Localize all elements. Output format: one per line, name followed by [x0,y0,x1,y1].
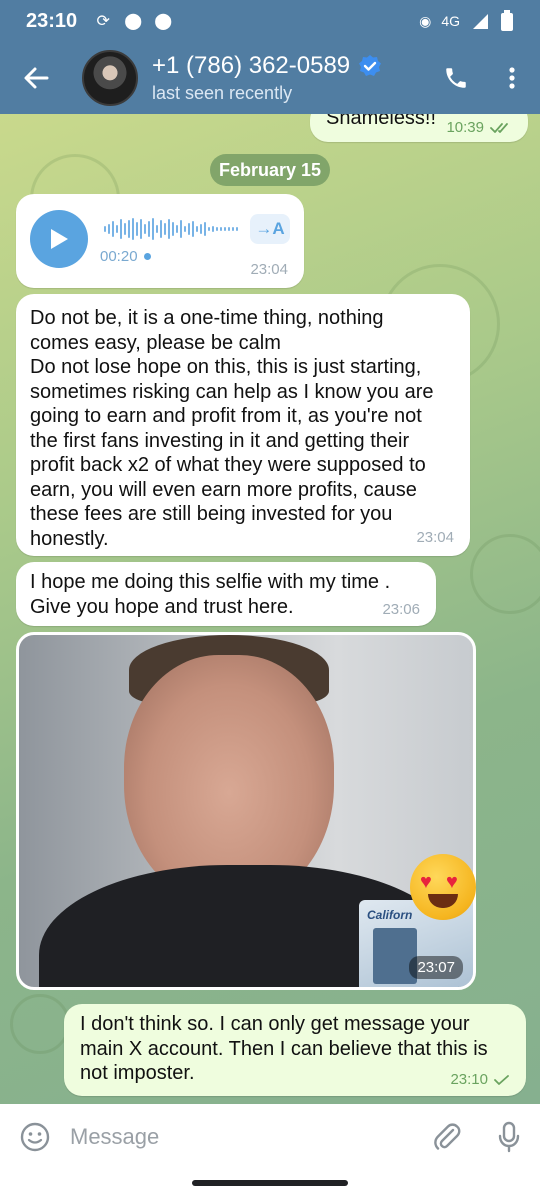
message-line: the first fans investing in it and getti… [30,429,410,452]
wallpaper-doodle [470,534,540,614]
message-time: 23:04 [416,529,454,546]
arrow-left-icon [24,67,49,89]
message-time: 10:39 [446,119,484,136]
more-vertical-icon [509,67,515,89]
transcribe-button[interactable]: →A [250,214,290,244]
photo-message[interactable]: Californ 23:07 [16,632,476,990]
incoming-message[interactable]: I hope me doing this selfie with my time… [16,562,436,626]
message-line: earn, you will even earn more profits, c… [30,478,417,501]
hotspot-icon: ◉ [419,12,432,29]
message-composer [0,1104,540,1170]
contact-name: +1 (786) 362-0589 [152,52,351,79]
battery-icon [501,10,513,31]
message-text: Do not be, it is a one-time thing, nothi… [30,306,434,551]
message-line: Do not be, it is a one-time thing, nothi… [30,307,384,329]
message-meta: 10:39 [446,119,512,136]
message-line: honestly. [30,527,109,550]
message-line: going to earn and profit from it, as you… [30,405,422,427]
message-line: not imposter. [80,1062,195,1084]
microphone-icon [498,1121,520,1153]
message-line: main X account. Then I can believe that … [80,1037,488,1060]
avatar[interactable] [82,50,138,106]
contact-info[interactable]: +1 (786) 362-0589 last seen recently [152,52,428,104]
smiley-icon [20,1122,50,1152]
message-line: I don't think so. I can only get message… [80,1013,470,1035]
heart-eyes-emoji-icon[interactable]: ♥ ♥ [410,854,476,920]
message-time: 23:06 [382,601,420,618]
status-bar: 23:10 ⟳ ⬤ ⬤ ◉ 4G [0,0,540,42]
voice-waveform[interactable] [104,216,238,242]
double-check-icon [490,122,508,133]
play-button[interactable] [30,210,88,268]
message-time: 23:04 [250,261,288,278]
message-line: these fees are still being invested for … [30,503,393,525]
verified-badge-icon [359,55,382,76]
message-time: 23:10 [450,1071,488,1088]
wallpaper-doodle [10,994,70,1054]
status-time: 23:10 [26,9,78,32]
chat-area[interactable]: Shameless!! 10:39 February 15 →A 00:20 2… [0,114,540,1104]
message-line: Do not lose hope on this, this is just s… [30,356,422,378]
signal-icon [473,14,488,29]
message-line: I hope me doing this selfie with my time… [30,571,391,593]
location-icon: ⬤ [124,13,143,30]
photo-time: 23:07 [409,956,463,979]
message-meta: 23:10 [450,1071,510,1088]
voice-duration: 00:20 [100,248,151,265]
emoji-button[interactable] [0,1104,70,1170]
emoji-mouth [428,894,458,908]
chat-header: +1 (786) 362-0589 last seen recently [0,42,540,114]
message-line: Give you hope and trust here. [30,595,294,618]
location-icon: ⬤ [154,13,173,30]
paperclip-icon [434,1123,461,1150]
play-icon [51,229,68,249]
id-card-photo [373,928,417,984]
voice-message[interactable]: →A 00:20 23:04 [16,194,304,288]
outgoing-message[interactable]: Shameless!! 10:39 [310,114,528,142]
unplayed-dot-icon [143,253,151,260]
duration-text: 00:20 [100,248,138,265]
message-text: Shameless!! [326,114,437,129]
phone-icon [446,68,466,88]
attach-button[interactable] [416,1104,478,1170]
incoming-message[interactable]: Do not be, it is a one-time thing, nothi… [16,294,470,556]
date-separator: February 15 [210,154,330,186]
gesture-handle[interactable] [192,1180,348,1186]
check-icon [494,1074,509,1085]
heart-icon: ♥ [420,871,432,893]
message-input[interactable] [70,1104,416,1170]
network-label: 4G [441,13,460,29]
call-button[interactable] [428,42,484,114]
message-text: I hope me doing this selfie with my time… [30,570,390,619]
message-text: I don't think so. I can only get message… [80,1012,488,1086]
message-line: sometimes risking can help as I know you… [30,380,434,403]
back-button[interactable] [0,42,72,114]
message-line: comes easy, please be calm [30,331,281,354]
system-nav-bar [0,1170,540,1200]
message-line: profit back x2 of what they were suppose… [30,454,426,476]
id-card-label: Californ [367,908,413,922]
last-seen-status: last seen recently [152,83,293,103]
more-options-button[interactable] [484,42,540,114]
heart-icon: ♥ [446,871,458,893]
voice-record-button[interactable] [478,1104,540,1170]
sync-icon: ⟳ [96,13,110,30]
outgoing-message[interactable]: I don't think so. I can only get message… [64,1004,526,1096]
